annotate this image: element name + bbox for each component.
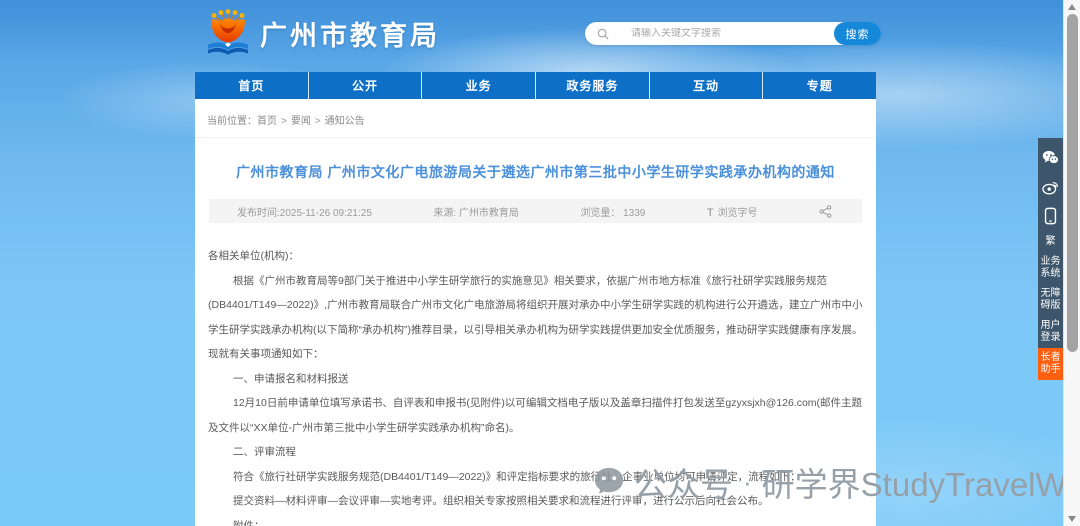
search-input[interactable] [609,28,834,39]
nav-tab-6[interactable]: 专题 [763,72,876,99]
article-paragraph: 一、申请报名和材料报送 [233,372,349,385]
weibo-icon[interactable] [1038,174,1063,199]
breadcrumb-link[interactable]: 要闻 [291,116,311,127]
breadcrumb-label: 当前位置： [207,116,257,127]
bureau-logo-icon [208,9,248,55]
scroll-up-arrow[interactable] [1068,4,1076,10]
mobile-icon[interactable] [1038,203,1063,228]
article-paragraph: 提交资料—材料评审—会议评审—实地考评。组织相关专家按照相关要求和流程进行评审，… [233,495,769,507]
toolbar-link[interactable]: 长者助手 [1038,348,1063,380]
article-paragraph: 根据《广州市教育局等9部门关于推进中小学生研学旅行的实施意见》相关要求，依据广州… [208,274,863,361]
scroll-down-arrow[interactable] [1068,516,1076,522]
search-button[interactable]: 搜索 [834,22,881,45]
nav-tab-2[interactable]: 公开 [309,72,423,99]
article-paragraph: 12月10日前申请单位填写承诺书、自评表和申报书(见附件)以可编辑文档电子版以及… [208,397,863,434]
scroll-thumb[interactable] [1067,14,1078,352]
article-source: 来源: 广州市教育局 [433,207,519,219]
content-panel: 当前位置：首页 > 要闻 > 通知公告 广州市教育局 广州市文化广电旅游局关于遴选广州市… [195,99,876,526]
wechat-icon[interactable] [1038,145,1063,170]
view-count: 浏览量： 1339 [580,207,646,219]
breadcrumb-link[interactable]: 通知公告 [325,116,365,127]
article-title: 广州市教育局 广州市文化广电旅游局关于遴选广州市第三批中小学生研学实践承办机构的… [236,164,835,180]
breadcrumb-separator: > [314,116,321,127]
site-title: 广州市教育局 [260,21,440,51]
article-paragraph: 各相关单位(机构)： [208,250,299,262]
nav-tab-1[interactable]: 首页 [195,72,309,99]
article-paragraph: 符合《旅行社研学实践服务规范(DB4401/T149—2022)》和评定指标要求… [233,470,801,483]
article-paragraph: 二、评审流程 [233,446,296,458]
toolbar-link[interactable]: 无障碍版 [1038,284,1063,316]
publish-time: 发布时间:2025-11-26 09:21:25 [237,207,372,219]
toolbar-link[interactable]: 业务系统 [1038,252,1063,284]
breadcrumb-separator: > [281,116,287,127]
search-box: 搜索 [585,22,881,45]
breadcrumb: 当前位置：首页 > 要闻 > 通知公告 [195,99,876,138]
nav-tab-4[interactable]: 政务服务 [536,72,650,99]
search-icon [597,28,609,40]
floating-toolbar: 繁业务系统 无障碍版 用户登录 长者助手 [1038,138,1063,380]
breadcrumb-link[interactable]: 首页 [257,116,277,127]
article-body: 各相关单位(机构)： 根据《广州市教育局等9部门关于推进中小学生研学旅行的实施意见… [195,223,876,526]
article-paragraph: 附件： [233,519,265,526]
nav-tab-5[interactable]: 互动 [650,72,764,99]
site-header: 广州市教育局 搜索 [0,0,1080,70]
main-nav: 首页 公开 业务 政务服务 互动 专题 [195,72,876,99]
toolbar-link[interactable]: 用户登录 [1038,316,1063,348]
toolbar-link[interactable]: 繁 [1038,232,1063,252]
font-size-control[interactable]: T 浏览字号 [707,204,758,219]
nav-tab-3[interactable]: 业务 [422,72,537,99]
article-meta-bar: 发布时间:2025-11-26 09:21:25 来源: 广州市教育局 浏览量：… [209,199,862,223]
share-icon[interactable] [819,204,832,218]
scrollbar [1063,0,1080,526]
font-size-icon: T [706,206,714,219]
